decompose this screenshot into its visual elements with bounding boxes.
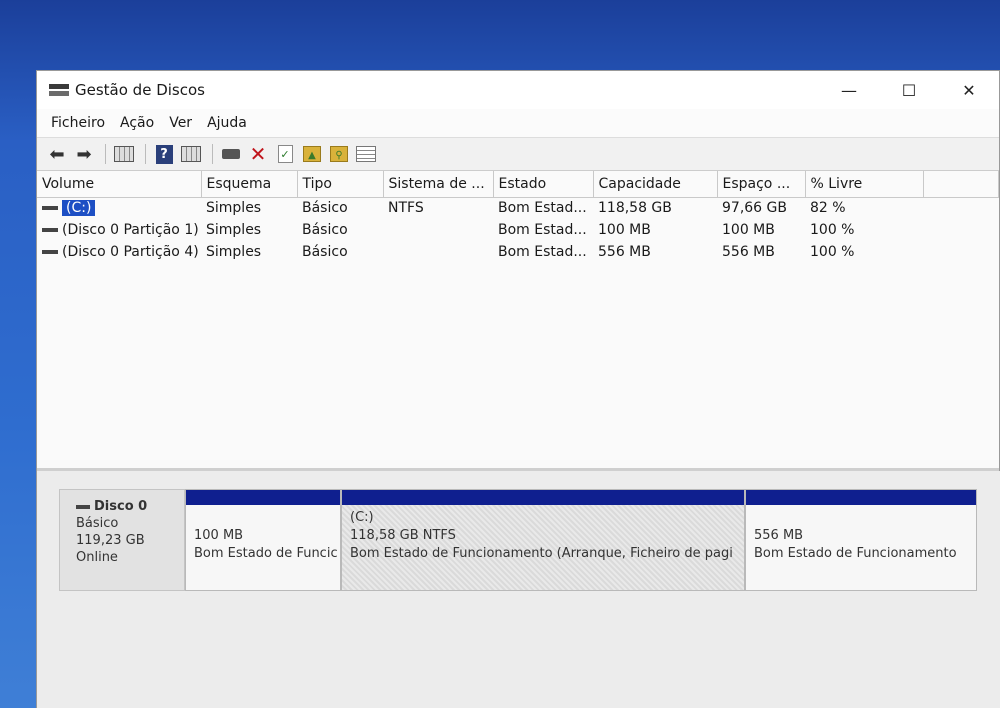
table-cell: NTFS	[388, 200, 424, 217]
table-cell: Bom Estad...	[498, 222, 587, 238]
volume-cell[interactable]: (C:)	[37, 197, 201, 219]
menu-acao[interactable]: Ação	[120, 115, 154, 131]
disk-size: 119,23 GB	[76, 533, 145, 548]
menu-ver[interactable]: Ver	[169, 115, 192, 131]
table-row[interactable]: (Disco 0 Partição 1) Simples Básico Bom …	[37, 219, 999, 241]
connect-disk-icon[interactable]	[219, 142, 243, 166]
minimize-button[interactable]: —	[819, 71, 879, 109]
table-cell: Básico	[302, 244, 348, 260]
disk-name: Disco 0	[94, 499, 148, 514]
disk-type: Básico	[76, 516, 119, 531]
column-header-capacidade[interactable]: Capacidade	[593, 171, 718, 198]
table-cell: Básico	[302, 200, 348, 217]
table-cell: 118,58 GB	[598, 200, 672, 217]
column-header-esquema[interactable]: Esquema	[201, 171, 298, 198]
check-icon[interactable]: ✓	[273, 142, 297, 166]
partition-size: 556 MB	[754, 528, 804, 543]
table-cell: 100 MB	[598, 222, 651, 238]
table-cell: Simples	[206, 200, 262, 217]
table-cell	[383, 241, 493, 263]
partition-size: 100 MB	[194, 528, 244, 543]
list-view-icon[interactable]	[354, 142, 378, 166]
volume-icon	[42, 250, 58, 254]
menu-ficheiro[interactable]: Ficheiro	[51, 115, 105, 131]
column-header-empty	[923, 171, 999, 198]
column-header-espaco[interactable]: Espaço ...	[717, 171, 806, 198]
menu-bar: Ficheiro Ação Ver Ajuda	[37, 109, 999, 137]
table-cell	[383, 219, 493, 241]
toolbar-separator	[212, 144, 213, 164]
disk-status: Online	[76, 550, 118, 565]
table-cell: 100 %	[810, 244, 855, 260]
table-cell: 100 %	[810, 222, 855, 238]
volume-icon	[42, 206, 58, 211]
volume-name: (C:)	[62, 200, 96, 217]
partition-title: (C:)	[350, 510, 374, 525]
menu-ajuda[interactable]: Ajuda	[207, 115, 247, 131]
disk-icon	[76, 504, 90, 509]
partition-c[interactable]: (C:) 118,58 GB NTFS Bom Estado de Funcio…	[341, 489, 745, 591]
volume-table-header: Volume Esquema Tipo Sistema de ... Estad…	[37, 171, 999, 198]
back-icon[interactable]: ⬅	[45, 142, 69, 166]
partition-size: 118,58 GB NTFS	[350, 528, 456, 543]
table-cell: Bom Estad...	[498, 244, 587, 260]
partition-1[interactable]: 100 MB Bom Estado de Funcic	[185, 489, 341, 591]
forward-icon[interactable]: ➡	[72, 142, 96, 166]
column-header-volume[interactable]: Volume	[37, 171, 202, 198]
volume-cell[interactable]: (Disco 0 Partição 1)	[37, 219, 201, 241]
partition-title	[754, 509, 976, 527]
column-header-estado[interactable]: Estado	[493, 171, 594, 198]
table-cell: Simples	[206, 222, 262, 238]
volume-icon	[42, 228, 58, 232]
maximize-button[interactable]: ☐	[879, 71, 939, 109]
toolbar-separator	[105, 144, 106, 164]
table-cell: Simples	[206, 244, 262, 260]
partition-header	[342, 490, 744, 505]
window-title: Gestão de Discos	[75, 81, 205, 99]
disk-layout-panel: Disco 0 Básico 119,23 GB Online 100 MB B…	[37, 471, 1000, 708]
title-bar[interactable]: Gestão de Discos — ☐ ✕	[37, 71, 999, 109]
partition-status: Bom Estado de Funcionamento (Arranque, F…	[350, 546, 733, 561]
volume-name: (Disco 0 Partição 1)	[62, 222, 199, 238]
column-header-tipo[interactable]: Tipo	[297, 171, 384, 198]
volume-table: Volume Esquema Tipo Sistema de ... Estad…	[37, 171, 999, 263]
table-cell: 97,66 GB	[722, 200, 787, 217]
partition-header	[746, 490, 976, 505]
partition-4[interactable]: 556 MB Bom Estado de Funcionamento	[745, 489, 977, 591]
console-tree-icon[interactable]	[112, 142, 136, 166]
partition-header	[186, 490, 340, 505]
volume-cell[interactable]: (Disco 0 Partição 4)	[37, 241, 201, 263]
table-cell: 556 MB	[722, 244, 775, 260]
column-header-sistema[interactable]: Sistema de ...	[383, 171, 494, 198]
table-row[interactable]: (C:) Simples Básico NTFS Bom Estad... 11…	[37, 197, 999, 219]
toolbar: ⬅ ➡ ? ✕ ✓ ▲ ⚲	[37, 137, 999, 171]
folder-search-icon[interactable]: ⚲	[327, 142, 351, 166]
disk-info[interactable]: Disco 0 Básico 119,23 GB Online	[59, 489, 185, 591]
volume-list-panel: Volume Esquema Tipo Sistema de ... Estad…	[37, 171, 999, 471]
table-cell: 556 MB	[598, 244, 651, 260]
table-cell: Básico	[302, 222, 348, 238]
partition-title	[194, 509, 340, 527]
partition-status: Bom Estado de Funcionamento	[754, 546, 957, 561]
table-row[interactable]: (Disco 0 Partição 4) Simples Básico Bom …	[37, 241, 999, 263]
partition-status: Bom Estado de Funcic	[194, 546, 338, 561]
table-cell: 100 MB	[722, 222, 775, 238]
column-header-livre[interactable]: % Livre	[805, 171, 924, 198]
delete-icon[interactable]: ✕	[246, 142, 270, 166]
close-button[interactable]: ✕	[939, 71, 999, 109]
properties-icon[interactable]	[179, 142, 203, 166]
table-cell: 82 %	[810, 200, 846, 217]
disk-management-window: Gestão de Discos — ☐ ✕ Ficheiro Ação Ver…	[36, 70, 1000, 708]
disk-management-icon	[49, 82, 69, 98]
table-cell: Bom Estad...	[498, 200, 587, 217]
toolbar-separator	[145, 144, 146, 164]
volume-name: (Disco 0 Partição 4)	[62, 244, 199, 260]
folder-up-icon[interactable]: ▲	[300, 142, 324, 166]
disk-row: Disco 0 Básico 119,23 GB Online 100 MB B…	[59, 489, 977, 591]
help-icon[interactable]: ?	[152, 142, 176, 166]
